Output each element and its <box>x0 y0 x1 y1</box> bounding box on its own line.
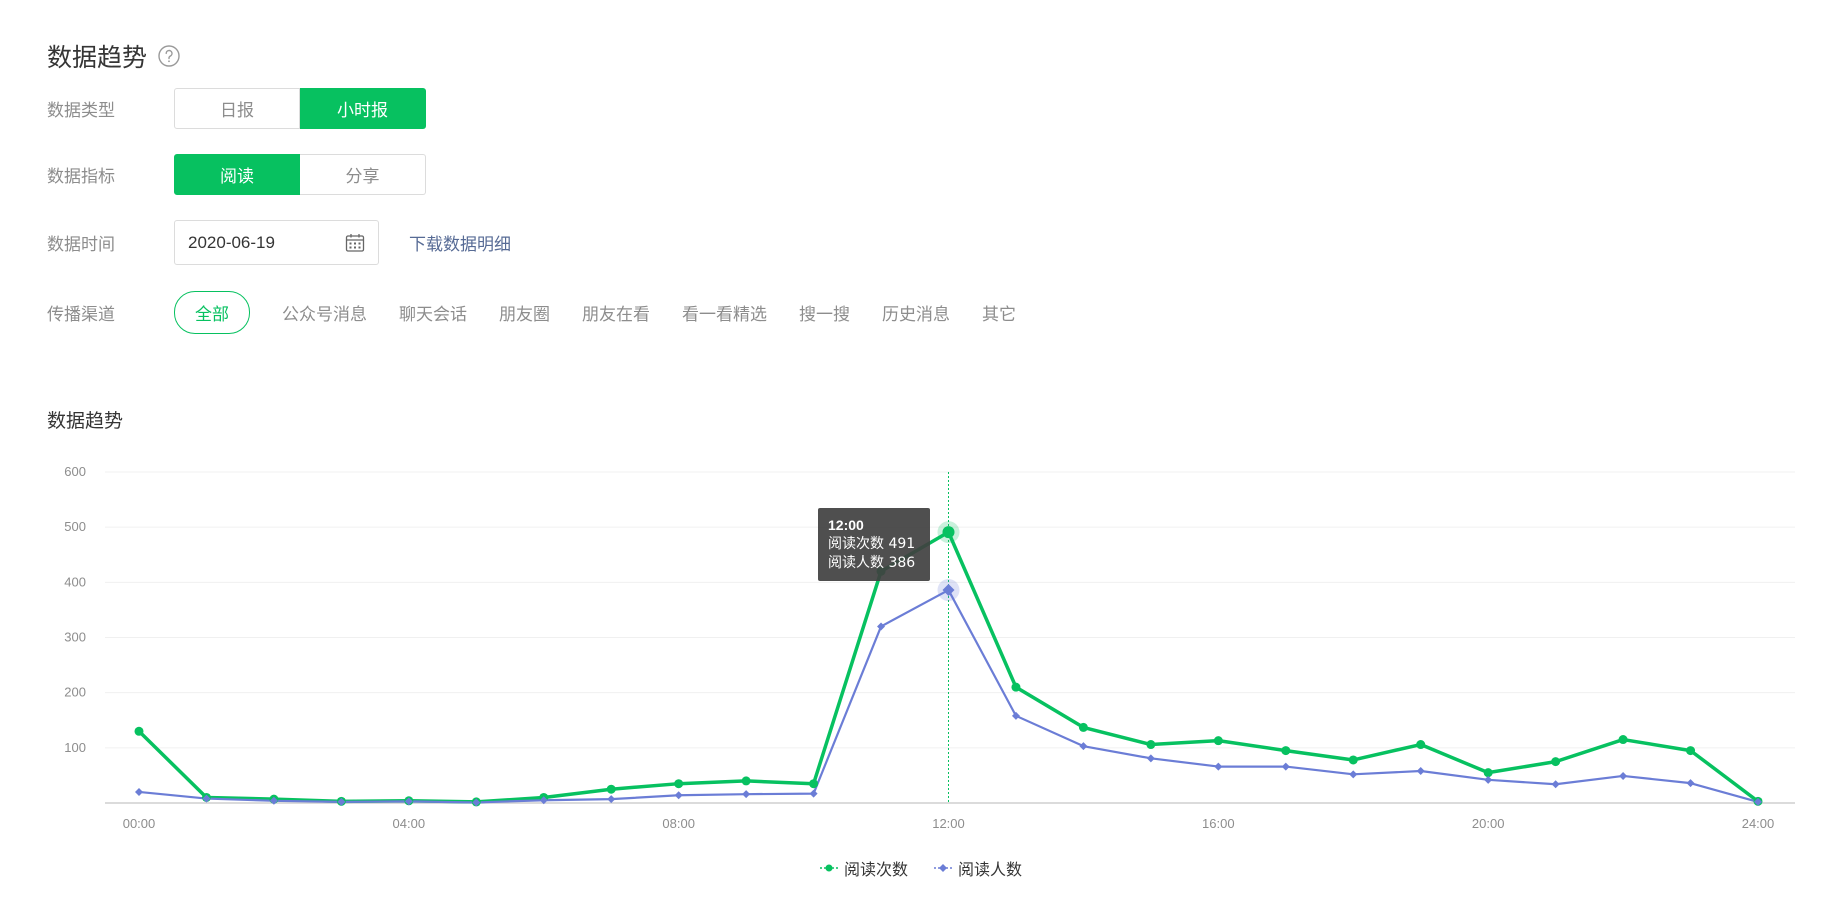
data-point <box>1551 780 1560 789</box>
data-point <box>674 791 683 800</box>
channel-friends-watching[interactable]: 朋友在看 <box>582 300 650 325</box>
tooltip-title: 12:00 <box>828 517 864 533</box>
data-metric-segmented: 阅读 分享 <box>174 154 426 195</box>
chart-section-title: 数据趋势 <box>47 410 124 432</box>
x-tick-label: 20:00 <box>1472 816 1505 831</box>
channel-label: 传播渠道 <box>47 305 115 325</box>
data-point <box>742 790 751 799</box>
x-tick-label: 16:00 <box>1202 816 1235 831</box>
channel-all[interactable]: 全部 <box>174 291 250 334</box>
data-point <box>1619 771 1628 780</box>
data-point <box>1551 757 1561 767</box>
data-type-daily-button[interactable]: 日报 <box>174 88 300 129</box>
data-point <box>1214 762 1223 771</box>
data-point <box>1416 740 1426 750</box>
question-circle-icon[interactable] <box>157 44 181 68</box>
legend-label-readers: 阅读人数 <box>958 860 1023 879</box>
data-point <box>134 726 144 736</box>
y-tick-label: 200 <box>64 685 86 700</box>
data-point <box>1483 768 1493 778</box>
y-tick-label: 600 <box>64 464 86 479</box>
x-tick-label: 24:00 <box>1742 816 1775 831</box>
data-point <box>1146 754 1155 763</box>
legend-label-reads: 阅读次数 <box>844 860 909 879</box>
x-tick-label: 12:00 <box>932 816 965 831</box>
x-tick-label: 00:00 <box>123 816 156 831</box>
data-point <box>1213 736 1223 746</box>
date-picker[interactable]: 2020-06-19 <box>174 220 379 265</box>
x-tick-label: 08:00 <box>662 816 695 831</box>
date-value: 2020-06-19 <box>188 232 275 252</box>
data-point <box>809 779 819 789</box>
data-type-row: 数据类型 日报 小时报 <box>47 88 426 129</box>
page-title-text: 数据趋势 <box>47 43 148 72</box>
data-point <box>1416 767 1425 776</box>
data-point <box>877 622 886 631</box>
y-tick-label: 300 <box>64 630 86 645</box>
y-tick-label: 500 <box>64 519 86 534</box>
data-point <box>607 795 616 804</box>
data-point <box>942 526 955 539</box>
data-point <box>741 776 751 786</box>
channel-chat[interactable]: 聊天会话 <box>399 300 467 325</box>
metric-read-button[interactable]: 阅读 <box>174 154 300 195</box>
channel-search[interactable]: 搜一搜 <box>799 300 850 325</box>
data-point <box>1079 742 1088 751</box>
data-point <box>1011 711 1020 720</box>
data-time-row: 数据时间 2020-06-19 下载数据明细 <box>47 220 511 265</box>
channel-top-stories[interactable]: 看一看精选 <box>682 300 767 325</box>
channel-moments[interactable]: 朋友圈 <box>499 300 550 325</box>
data-metric-label: 数据指标 <box>47 167 115 187</box>
page-title: 数据趋势 <box>47 38 181 74</box>
channel-row: 传播渠道 全部 公众号消息 聊天会话 朋友圈 朋友在看 看一看精选 搜一搜 历史… <box>47 291 1048 334</box>
data-point <box>1686 779 1695 788</box>
data-point <box>1686 746 1696 756</box>
data-type-hourly-button[interactable]: 小时报 <box>300 88 426 129</box>
data-point <box>1349 770 1358 779</box>
data-type-segmented: 日报 小时报 <box>174 88 426 129</box>
tooltip-line-readers: 阅读人数 386 <box>828 555 916 571</box>
data-point <box>674 779 684 789</box>
y-tick-label: 100 <box>64 740 86 755</box>
download-data-link[interactable]: 下载数据明细 <box>409 230 511 255</box>
legend-item-reads[interactable]: 阅读次数 <box>820 856 908 880</box>
legend-circle-marker-icon <box>820 863 838 873</box>
data-point <box>606 784 616 794</box>
tooltip-line-reads: 阅读次数 491 <box>828 536 916 552</box>
data-point <box>135 787 143 796</box>
data-point <box>1348 755 1358 765</box>
data-point <box>1146 740 1156 750</box>
x-tick-label: 04:00 <box>393 816 426 831</box>
data-point <box>1484 775 1493 784</box>
data-metric-row: 数据指标 阅读 分享 <box>47 154 426 195</box>
data-point <box>1078 722 1088 732</box>
channel-other[interactable]: 其它 <box>982 300 1016 325</box>
chart-tooltip: 12:00 阅读次数 491 阅读人数 386 <box>818 508 930 581</box>
data-point <box>809 789 818 798</box>
data-point <box>1281 746 1291 756</box>
legend-item-readers[interactable]: 阅读人数 <box>934 856 1022 880</box>
channel-official-message[interactable]: 公众号消息 <box>282 300 367 325</box>
channel-history[interactable]: 历史消息 <box>882 300 950 325</box>
y-tick-label: 400 <box>64 574 86 589</box>
data-point <box>1618 735 1628 745</box>
metric-share-button[interactable]: 分享 <box>300 154 426 195</box>
data-point <box>1281 762 1290 771</box>
data-type-label: 数据类型 <box>47 101 115 121</box>
calendar-icon[interactable] <box>344 232 366 254</box>
legend-diamond-marker-icon <box>934 863 953 873</box>
data-time-label: 数据时间 <box>47 235 115 255</box>
chart-legend: 阅读次数 阅读人数 <box>820 856 1048 880</box>
data-point <box>1011 682 1021 692</box>
